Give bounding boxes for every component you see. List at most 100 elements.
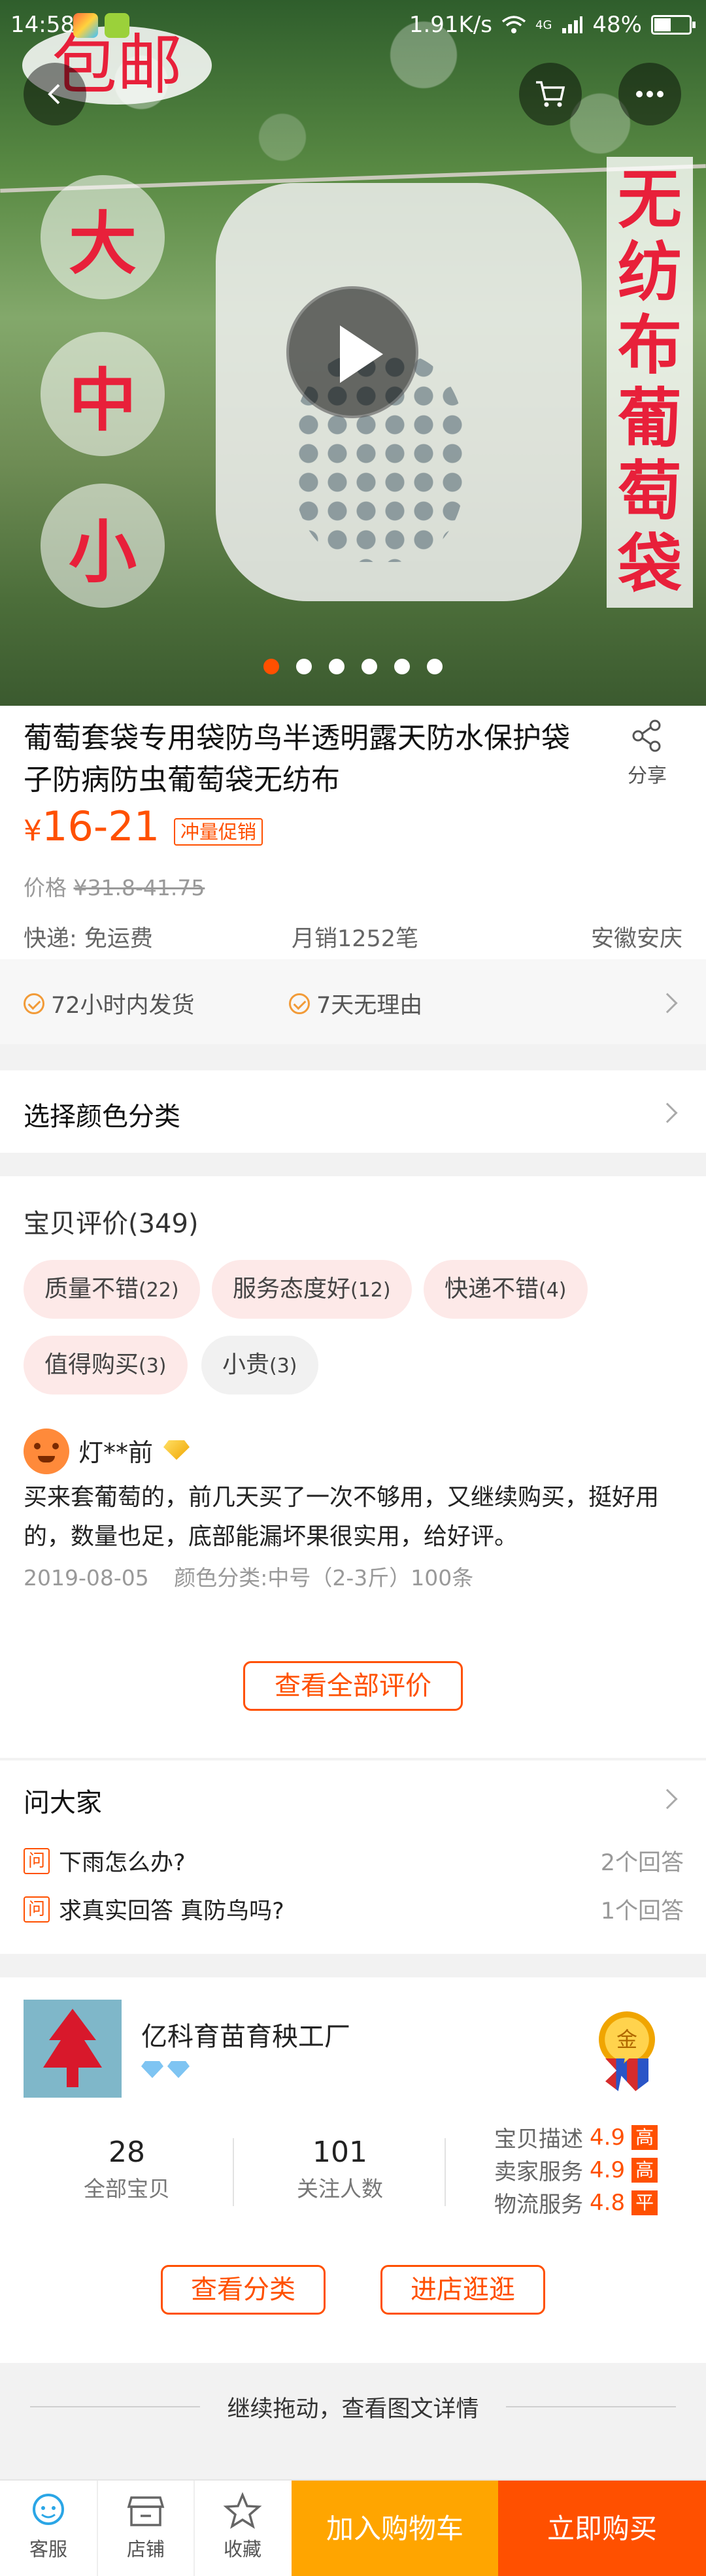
star-icon bbox=[223, 2492, 262, 2529]
tag-count: (3) bbox=[139, 1355, 167, 1378]
banner-char: 袋 bbox=[617, 527, 682, 603]
divider bbox=[233, 2138, 234, 2206]
question-item[interactable]: 问 求真实回答 真防鸟吗? 1个回答 bbox=[24, 1892, 684, 1926]
store-icon bbox=[127, 2496, 165, 2526]
ask-everyone-section[interactable]: 问大家 问 下雨怎么办? 2个回答 问 求真实回答 真防鸟吗? 1个回答 bbox=[0, 1760, 706, 1954]
score-row: 宝贝描述 4.9 高 bbox=[494, 2121, 658, 2153]
question-text: 求真实回答 真防鸟吗? bbox=[59, 1898, 284, 1924]
size-large-bubble: 大 bbox=[41, 175, 165, 299]
size-medium-bubble: 中 bbox=[41, 332, 165, 456]
score-label: 卖家服务 bbox=[494, 2159, 583, 2185]
carousel-dot bbox=[329, 659, 345, 674]
play-video-button[interactable] bbox=[286, 286, 418, 418]
review-tag[interactable]: 服务态度好(12) bbox=[212, 1260, 412, 1319]
score-level: 平 bbox=[631, 2190, 658, 2215]
sku-selector[interactable]: 选择颜色分类 bbox=[0, 1070, 706, 1153]
stat-label: 全部宝贝 bbox=[84, 2176, 170, 2202]
tag-label: 质量不错 bbox=[44, 1276, 139, 1302]
app-notification-icon bbox=[73, 13, 98, 38]
shop-name[interactable]: 亿科育苗育秧工厂 bbox=[141, 2015, 350, 2053]
carousel-dot bbox=[296, 659, 312, 674]
guarantee-label: 7天无理由 bbox=[316, 993, 423, 1019]
tag-count: (4) bbox=[539, 1279, 567, 1302]
currency-symbol: ¥ bbox=[24, 814, 42, 848]
divider bbox=[445, 2138, 446, 2206]
add-to-cart-button[interactable]: 加入购物车 bbox=[292, 2481, 498, 2576]
product-title: 葡萄套袋专用袋防鸟半透明露天防水保护袋子防病防虫葡萄袋无纺布 bbox=[24, 721, 570, 797]
back-button[interactable] bbox=[24, 63, 86, 125]
notification-icons bbox=[73, 13, 129, 38]
stat-value: 101 bbox=[312, 2136, 367, 2169]
shop-rank bbox=[141, 2061, 190, 2078]
shop-button[interactable]: 店铺 bbox=[97, 2481, 193, 2576]
tag-label: 小贵 bbox=[222, 1351, 270, 1378]
continue-drag-hint: 继续拖动，查看图文详情 bbox=[0, 2390, 706, 2424]
diamond-icon bbox=[167, 2061, 190, 2078]
score-level: 高 bbox=[631, 2157, 658, 2183]
shop-stat-items[interactable]: 28 全部宝贝 bbox=[29, 2136, 225, 2203]
chevron-right-icon bbox=[657, 1789, 678, 1809]
favorite-label: 收藏 bbox=[223, 2538, 261, 2560]
score-level: 高 bbox=[631, 2124, 658, 2150]
qa-title: 问大家 bbox=[24, 1788, 102, 1818]
reviewer-name: 灯**前 bbox=[78, 1438, 154, 1467]
share-icon bbox=[632, 719, 661, 752]
customer-service-label: 客服 bbox=[29, 2538, 67, 2560]
carousel-indicator bbox=[0, 659, 706, 674]
guarantee-item: 72小时内发货 bbox=[24, 987, 195, 1020]
review-spec: 颜色分类:中号（2-3斤）100条 bbox=[174, 1565, 474, 1591]
battery-fill bbox=[654, 18, 671, 31]
network-speed: 1.91K/s bbox=[409, 12, 493, 38]
avatar bbox=[24, 1428, 69, 1474]
question-badge: 问 bbox=[24, 1896, 50, 1923]
review-tag[interactable]: 小贵(3) bbox=[201, 1336, 318, 1395]
review-tag[interactable]: 值得购买(3) bbox=[24, 1336, 188, 1395]
signal-icon bbox=[562, 16, 583, 33]
score-value: 4.9 bbox=[590, 2124, 626, 2151]
status-bar: 14:58 1.91K/s 4G 48% bbox=[0, 0, 706, 52]
answer-count: 2个回答 bbox=[600, 1850, 684, 1876]
product-info-panel: 葡萄套袋专用袋防鸟半透明露天防水保护袋子防病防虫葡萄袋无纺布 分享 ¥16-21… bbox=[0, 706, 706, 959]
score-value: 4.8 bbox=[590, 2189, 626, 2216]
chevron-right-icon bbox=[657, 993, 678, 1014]
tag-label: 快递不错 bbox=[445, 1276, 539, 1302]
carousel-dot bbox=[427, 659, 443, 674]
share-button[interactable]: 分享 bbox=[614, 718, 680, 788]
score-row: 物流服务 4.8 平 bbox=[494, 2187, 658, 2219]
tag-count: (3) bbox=[269, 1355, 297, 1378]
service-guarantees[interactable]: 72小时内发货 7天无理由 bbox=[0, 959, 706, 1044]
more-dots-icon bbox=[636, 91, 664, 97]
product-image-carousel[interactable]: 包邮 大 中 小 无 纺 布 葡 萄 袋 bbox=[0, 0, 706, 706]
more-button[interactable] bbox=[618, 63, 681, 125]
guarantee-item: 7天无理由 bbox=[289, 987, 422, 1020]
question-badge: 问 bbox=[24, 1847, 50, 1874]
diamond-icon bbox=[141, 2061, 163, 2078]
signal-type: 4G bbox=[535, 18, 552, 32]
review-meta: 2019-08-05 颜色分类:中号（2-3斤）100条 bbox=[24, 1560, 473, 1592]
customer-service-button[interactable]: 客服 bbox=[0, 2481, 97, 2576]
stat-label: 关注人数 bbox=[297, 2176, 383, 2202]
shipping-info: 快递: 免运费 bbox=[24, 926, 153, 952]
favorite-button[interactable]: 收藏 bbox=[193, 2481, 290, 2576]
cart-button[interactable] bbox=[519, 63, 582, 125]
wifi-icon bbox=[501, 16, 526, 33]
buy-now-button[interactable]: 立即购买 bbox=[498, 2481, 706, 2576]
shop-stat-followers[interactable]: 101 关注人数 bbox=[242, 2136, 438, 2203]
shop-logo[interactable] bbox=[24, 2000, 122, 2098]
enter-shop-button[interactable]: 进店逛逛 bbox=[380, 2265, 545, 2315]
original-price: 价格 ¥31.8-41.75 bbox=[24, 870, 205, 902]
banner-char: 萄 bbox=[617, 454, 682, 529]
score-label: 物流服务 bbox=[494, 2192, 583, 2218]
view-categories-button[interactable]: 查看分类 bbox=[161, 2265, 326, 2315]
battery-percent: 48% bbox=[592, 12, 642, 38]
promo-badge: 冲量促销 bbox=[174, 818, 263, 846]
review-tag[interactable]: 快递不错(4) bbox=[424, 1260, 588, 1319]
view-all-reviews-button[interactable]: 查看全部评价 bbox=[243, 1661, 463, 1711]
original-price-value: ¥31.8-41.75 bbox=[73, 875, 205, 900]
battery-icon bbox=[651, 15, 696, 35]
carousel-dot bbox=[263, 659, 279, 674]
score-value: 4.9 bbox=[590, 2156, 626, 2183]
review-tag[interactable]: 质量不错(22) bbox=[24, 1260, 200, 1319]
question-item[interactable]: 问 下雨怎么办? 2个回答 bbox=[24, 1844, 684, 1877]
banner-char: 无 bbox=[617, 162, 682, 237]
